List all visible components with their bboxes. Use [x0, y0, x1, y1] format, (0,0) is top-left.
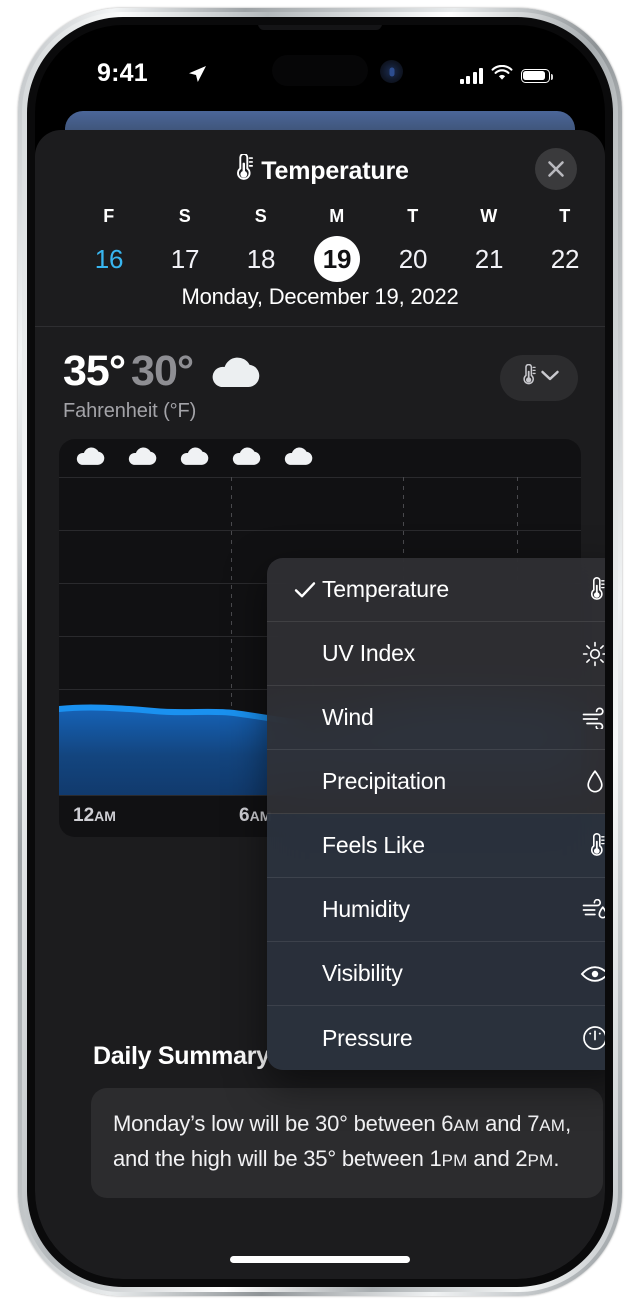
- unit-label: Fahrenheit (°F): [63, 400, 197, 422]
- cloud-icon: [125, 446, 159, 471]
- day-of-week-label: W: [480, 206, 498, 226]
- low-temperature: 30°: [131, 347, 194, 395]
- menu-item-label: Temperature: [322, 576, 449, 602]
- sheet-header: Temperature: [35, 130, 605, 205]
- sheet-title-text: Temperature: [261, 157, 409, 185]
- day-item-21[interactable]: W 21: [451, 205, 527, 282]
- droplet-icon: [578, 769, 605, 795]
- day-item-16[interactable]: F 16: [71, 205, 147, 282]
- gauge-icon: [578, 1025, 605, 1051]
- cellular-bars-icon: [459, 67, 483, 84]
- menu-item-temperature[interactable]: Temperature: [267, 558, 605, 622]
- day-of-week-label: F: [103, 206, 115, 226]
- checkmark-icon: [294, 581, 322, 599]
- status-bar-indicators: [459, 64, 554, 86]
- temperature-summary: 35° 30° Fahrenheit (°F): [35, 327, 605, 425]
- cloud-icon: [177, 446, 211, 471]
- day-of-week-label: T: [407, 206, 419, 226]
- thermometer-icon: [519, 363, 536, 392]
- dynamic-island: [272, 55, 368, 86]
- menu-item-uv-index[interactable]: UV Index: [267, 622, 605, 686]
- menu-item-pressure[interactable]: Pressure: [267, 1006, 605, 1070]
- battery-full-icon: [521, 68, 554, 83]
- daily-summary-title: Daily Summary: [93, 1042, 270, 1070]
- chart-condition-icons: [59, 439, 581, 477]
- x-tick-12am: 12AM: [73, 805, 116, 826]
- menu-item-humidity[interactable]: Humidity: [267, 878, 605, 942]
- day-of-week-label: T: [559, 206, 571, 226]
- cloud-icon: [73, 446, 107, 471]
- day-item-clipped[interactable]: 2: [603, 205, 605, 260]
- eye-icon: [578, 964, 605, 984]
- menu-item-label: Wind: [322, 704, 374, 730]
- day-number-label: 19: [314, 236, 360, 282]
- menu-item-label: Feels Like: [322, 832, 425, 858]
- menu-item-visibility[interactable]: Visibility: [267, 942, 605, 1006]
- daily-summary-card: Monday’s low will be 30° between 6AM and…: [91, 1088, 603, 1198]
- selected-date-label: Monday, December 19, 2022: [181, 284, 459, 309]
- home-indicator[interactable]: [230, 1256, 410, 1263]
- daily-summary-text: Monday’s low will be 30° between 6AM and…: [113, 1111, 572, 1171]
- day-number-label: 18: [246, 243, 276, 274]
- menu-item-precipitation[interactable]: Precipitation: [267, 750, 605, 814]
- metric-selector-button[interactable]: [500, 355, 578, 401]
- menu-item-label: Humidity: [322, 896, 410, 922]
- day-item-19-selected[interactable]: M 19: [299, 205, 375, 282]
- day-of-week-label: S: [254, 206, 268, 226]
- day-number-label: 16: [94, 243, 124, 274]
- menu-item-feels-like[interactable]: Feels Like: [267, 814, 605, 878]
- earpiece-speaker: [258, 25, 382, 30]
- cloud-icon: [207, 355, 263, 394]
- day-of-week-label: S: [178, 206, 192, 226]
- day-number-label: 21: [474, 243, 504, 274]
- day-item-17[interactable]: S 17: [147, 205, 223, 282]
- day-item-22[interactable]: T 22: [527, 205, 603, 282]
- day-row: F 16 S 17 S 18 M 19 T 20 W 21 T 22: [71, 205, 595, 282]
- close-button[interactable]: [535, 148, 577, 190]
- thermometer-icon: [578, 832, 605, 859]
- metric-dropdown-menu[interactable]: Temperature UV Index Wind Precipitation …: [267, 558, 605, 1070]
- location-arrow-icon: [187, 64, 207, 84]
- screenshot-root: 9:41 Temperature F 16 S 17 S 18 M 19 T 2…: [0, 0, 640, 1304]
- front-camera-icon: [380, 60, 403, 83]
- day-number-label: 20: [398, 243, 428, 274]
- cloud-icon: [229, 446, 263, 471]
- wind-icon: [578, 706, 605, 729]
- menu-item-label: Visibility: [322, 960, 403, 986]
- menu-item-label: Precipitation: [322, 768, 446, 794]
- day-item-18[interactable]: S 18: [223, 205, 299, 282]
- day-number-label: 17: [170, 243, 200, 274]
- day-item-20[interactable]: T 20: [375, 205, 451, 282]
- chevron-down-icon: [540, 369, 560, 387]
- sun-icon: [578, 641, 605, 667]
- menu-item-label: Pressure: [322, 1024, 413, 1051]
- day-of-week-label: M: [329, 206, 345, 226]
- thermometer-icon: [231, 152, 254, 189]
- day-number-label: 22: [550, 243, 580, 274]
- menu-item-wind[interactable]: Wind: [267, 686, 605, 750]
- day-number-label: 2: [603, 214, 605, 260]
- menu-item-label: UV Index: [322, 640, 416, 666]
- status-bar: 9:41: [35, 53, 605, 97]
- humidity-icon: [578, 898, 605, 921]
- cloud-icon: [281, 446, 315, 471]
- temperature-detail-sheet: Temperature F 16 S 17 S 18 M 19 T 20 W 2…: [35, 130, 605, 1279]
- page-title: Temperature: [35, 152, 605, 189]
- status-bar-time: 9:41: [97, 59, 148, 87]
- wifi-icon: [491, 64, 513, 86]
- phone-screen: 9:41 Temperature F 16 S 17 S 18 M 19 T 2…: [35, 25, 605, 1279]
- high-temperature: 35°: [63, 347, 126, 395]
- close-x-icon: [546, 159, 566, 179]
- day-selector-strip[interactable]: F 16 S 17 S 18 M 19 T 20 W 21 T 22 Monda…: [35, 205, 605, 310]
- thermometer-icon: [578, 576, 605, 603]
